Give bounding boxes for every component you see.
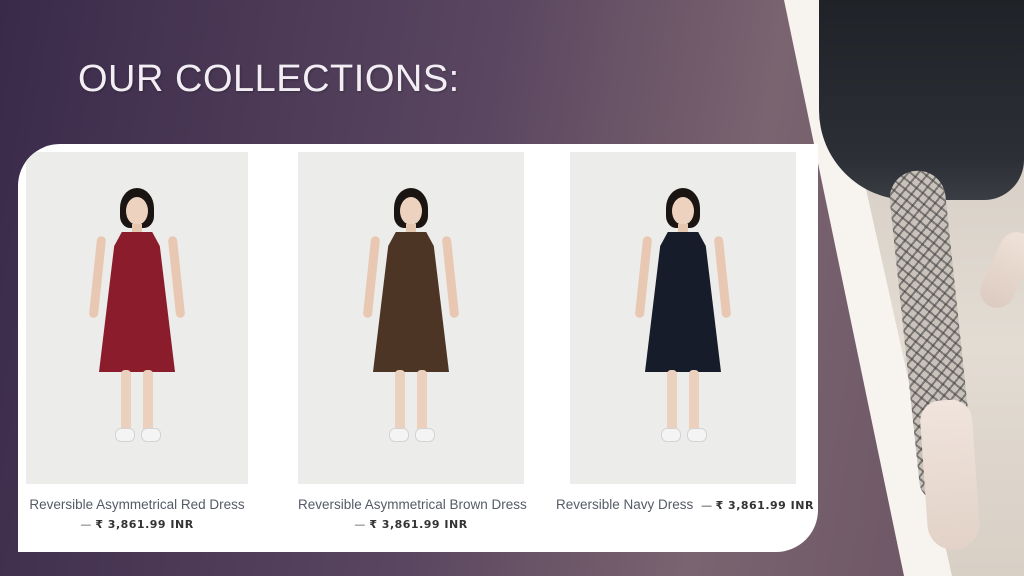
product-price-line: — ₹ 3,861.99 INR xyxy=(26,518,248,531)
dress xyxy=(373,232,449,372)
product-card-brown-dress[interactable]: Reversible Asymmetrical Brown Dress — ₹ 3… xyxy=(298,152,527,531)
price-dash: — xyxy=(701,499,713,512)
product-card-red-dress[interactable]: Reversible Asymmetrical Red Dress — ₹ 3,8… xyxy=(26,152,248,531)
product-image[interactable] xyxy=(298,152,524,484)
product-name[interactable]: Reversible Navy Dress xyxy=(556,497,693,512)
product-price: ₹ 3,861.99 INR xyxy=(715,499,814,512)
dress xyxy=(99,232,175,372)
slide: { "slide": { "title": "OUR COLLECTIONS:"… xyxy=(0,0,1024,576)
pointe-shoe xyxy=(918,398,982,552)
price-dash: — xyxy=(354,518,366,531)
product-image[interactable] xyxy=(26,152,248,484)
product-price: ₹ 3,861.99 INR xyxy=(95,518,194,531)
product-image[interactable] xyxy=(570,152,796,484)
product-name[interactable]: Reversible Asymmetrical Red Dress xyxy=(26,497,248,512)
product-price-line: — ₹ 3,861.99 INR xyxy=(298,518,524,531)
product-name[interactable]: Reversible Asymmetrical Brown Dress xyxy=(298,497,527,512)
dress xyxy=(645,232,721,372)
product-price-line: — ₹ 3,861.99 INR xyxy=(701,499,814,512)
product-card-navy-dress[interactable]: Reversible Navy Dress — ₹ 3,861.99 INR xyxy=(556,152,813,512)
price-dash: — xyxy=(80,518,92,531)
product-price: ₹ 3,861.99 INR xyxy=(369,518,468,531)
product-caption: Reversible Navy Dress — ₹ 3,861.99 INR xyxy=(556,497,813,512)
collection-panel: Reversible Asymmetrical Red Dress — ₹ 3,8… xyxy=(18,144,818,552)
ballet-dancer-photo xyxy=(784,0,1024,576)
slide-title: OUR COLLECTIONS: xyxy=(78,58,460,100)
